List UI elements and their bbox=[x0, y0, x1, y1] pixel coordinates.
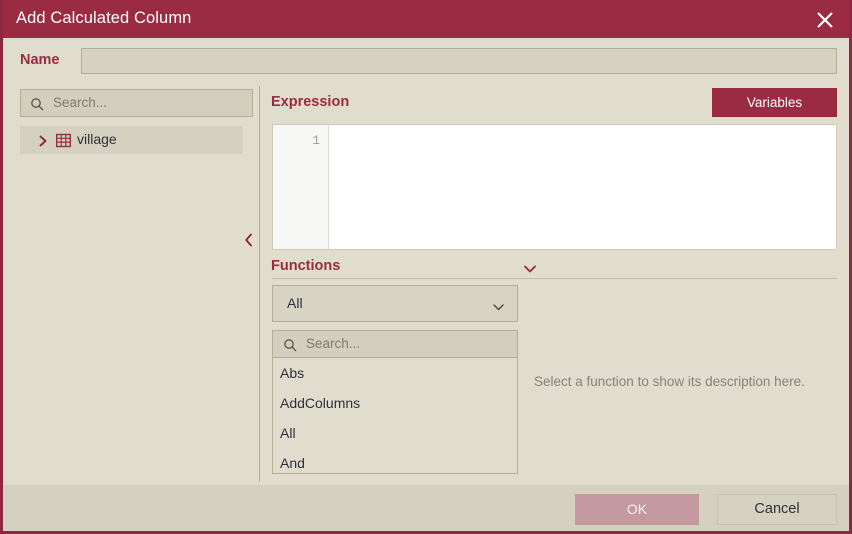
tree-item-village[interactable]: village bbox=[20, 126, 243, 154]
list-item[interactable]: Abs bbox=[273, 358, 517, 388]
editor-line-number: 1 bbox=[312, 133, 320, 148]
chevron-down-icon[interactable] bbox=[522, 262, 538, 278]
search-icon bbox=[30, 97, 44, 116]
name-label: Name bbox=[20, 52, 60, 68]
add-calculated-column-dialog: Add Calculated Column Name Search... vil… bbox=[0, 0, 852, 534]
expression-editor[interactable]: 1 bbox=[272, 124, 837, 250]
tree-search-input[interactable]: Search... bbox=[20, 89, 253, 117]
function-list[interactable]: Abs AddColumns All And bbox=[272, 358, 518, 474]
table-tree-panel: Search... village bbox=[6, 86, 258, 482]
dialog-title: Add Calculated Column bbox=[16, 9, 192, 27]
list-item[interactable]: And bbox=[273, 448, 517, 473]
list-item[interactable]: AddColumns bbox=[273, 388, 517, 418]
function-search-input[interactable]: Search... bbox=[272, 330, 518, 358]
function-category-select[interactable]: All bbox=[272, 285, 518, 322]
expression-code-area[interactable] bbox=[330, 125, 836, 249]
chevron-down-icon bbox=[492, 299, 505, 317]
functions-divider bbox=[272, 278, 837, 279]
expression-label: Expression bbox=[271, 94, 350, 110]
variables-button[interactable]: Variables bbox=[712, 88, 837, 117]
list-item[interactable]: All bbox=[273, 418, 517, 448]
tree-item-label: village bbox=[77, 131, 117, 147]
function-category-value: All bbox=[287, 295, 303, 311]
search-icon bbox=[283, 338, 297, 357]
title-bar: Add Calculated Column bbox=[3, 0, 849, 38]
table-icon bbox=[55, 133, 72, 153]
chevron-left-icon[interactable] bbox=[241, 228, 257, 252]
function-search-placeholder: Search... bbox=[306, 336, 361, 351]
functions-label: Functions bbox=[271, 258, 341, 274]
editor-gutter: 1 bbox=[273, 125, 329, 249]
chevron-right-icon[interactable] bbox=[38, 134, 48, 152]
panel-splitter[interactable] bbox=[259, 86, 260, 482]
close-icon[interactable] bbox=[809, 4, 841, 34]
cancel-button[interactable]: Cancel bbox=[717, 494, 837, 525]
name-input[interactable] bbox=[81, 48, 837, 74]
tree-search-placeholder: Search... bbox=[53, 95, 108, 110]
function-description: Select a function to show its descriptio… bbox=[534, 374, 805, 389]
ok-button[interactable]: OK bbox=[575, 494, 699, 525]
